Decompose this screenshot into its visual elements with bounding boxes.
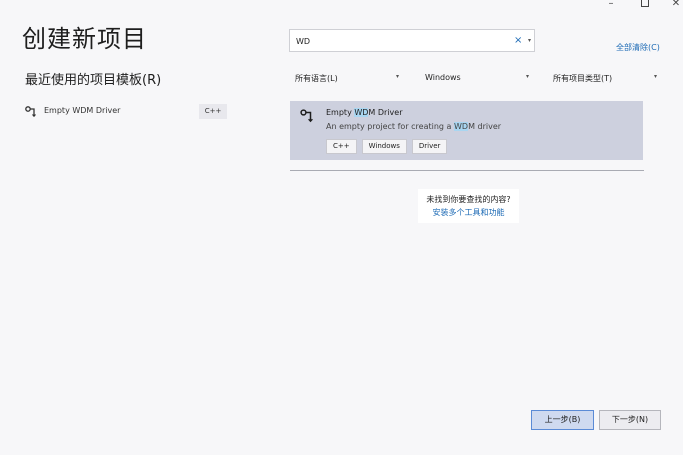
search-history-dropdown-icon[interactable]: ▾ bbox=[528, 35, 531, 47]
template-result-description: An empty project for creating a WDM driv… bbox=[326, 122, 502, 131]
install-tools-link[interactable]: 安装多个工具和功能 bbox=[418, 207, 519, 218]
close-icon: ✕ bbox=[671, 0, 681, 9]
minimize-button[interactable]: – bbox=[600, 0, 622, 10]
close-button[interactable]: ✕ bbox=[665, 0, 683, 10]
language-filter-label: 所有语言(L) bbox=[295, 74, 338, 83]
template-result-item[interactable]: Empty WDM Driver An empty project for cr… bbox=[290, 101, 643, 160]
results-divider bbox=[290, 170, 644, 171]
not-found-question: 未找到你要查找的内容? bbox=[426, 195, 511, 204]
platform-filter-dropdown[interactable]: Windows ▾ bbox=[419, 68, 537, 88]
chevron-down-icon: ▾ bbox=[396, 73, 400, 80]
not-found-panel: 未找到你要查找的内容? 安装多个工具和功能 bbox=[418, 189, 519, 223]
clear-all-link[interactable]: 全部清除(C) bbox=[616, 42, 660, 53]
recent-template-label: Empty WDM Driver bbox=[44, 106, 121, 115]
project-type-filter-dropdown[interactable]: 所有项目类型(T) ▾ bbox=[547, 68, 665, 88]
project-type-filter-label: 所有项目类型(T) bbox=[553, 74, 613, 83]
minimize-icon: – bbox=[608, 0, 614, 9]
page-title: 创建新项目 bbox=[22, 25, 147, 53]
template-result-tags: C++ Windows Driver bbox=[326, 139, 448, 154]
next-button[interactable]: 下一步(N) bbox=[599, 410, 661, 430]
back-button[interactable]: 上一步(B) bbox=[531, 410, 594, 430]
language-filter-dropdown[interactable]: 所有语言(L) ▾ bbox=[289, 68, 407, 88]
template-search-input[interactable] bbox=[296, 33, 496, 49]
search-match-highlight: WD bbox=[453, 122, 469, 131]
template-search-box[interactable]: × ▾ bbox=[289, 29, 535, 52]
tag-language: C++ bbox=[326, 139, 357, 154]
maximize-icon bbox=[641, 0, 649, 7]
chevron-down-icon: ▾ bbox=[654, 73, 658, 80]
chevron-down-icon: ▾ bbox=[526, 73, 530, 80]
driver-template-icon bbox=[300, 109, 313, 123]
recent-templates-heading: 最近使用的项目模板(R) bbox=[25, 73, 162, 88]
search-match-highlight: WD bbox=[354, 108, 369, 117]
driver-template-icon bbox=[25, 106, 36, 118]
search-clear-icon[interactable]: × bbox=[514, 34, 522, 48]
template-result-name: Empty WDM Driver bbox=[326, 108, 403, 117]
recent-template-language-tag: C++ bbox=[199, 104, 227, 119]
maximize-button[interactable] bbox=[634, 0, 656, 10]
platform-filter-label: Windows bbox=[425, 73, 461, 82]
recent-template-item[interactable]: Empty WDM Driver C++ bbox=[25, 104, 229, 120]
tag-project-type: Driver bbox=[411, 139, 448, 154]
tag-platform: Windows bbox=[361, 139, 407, 154]
